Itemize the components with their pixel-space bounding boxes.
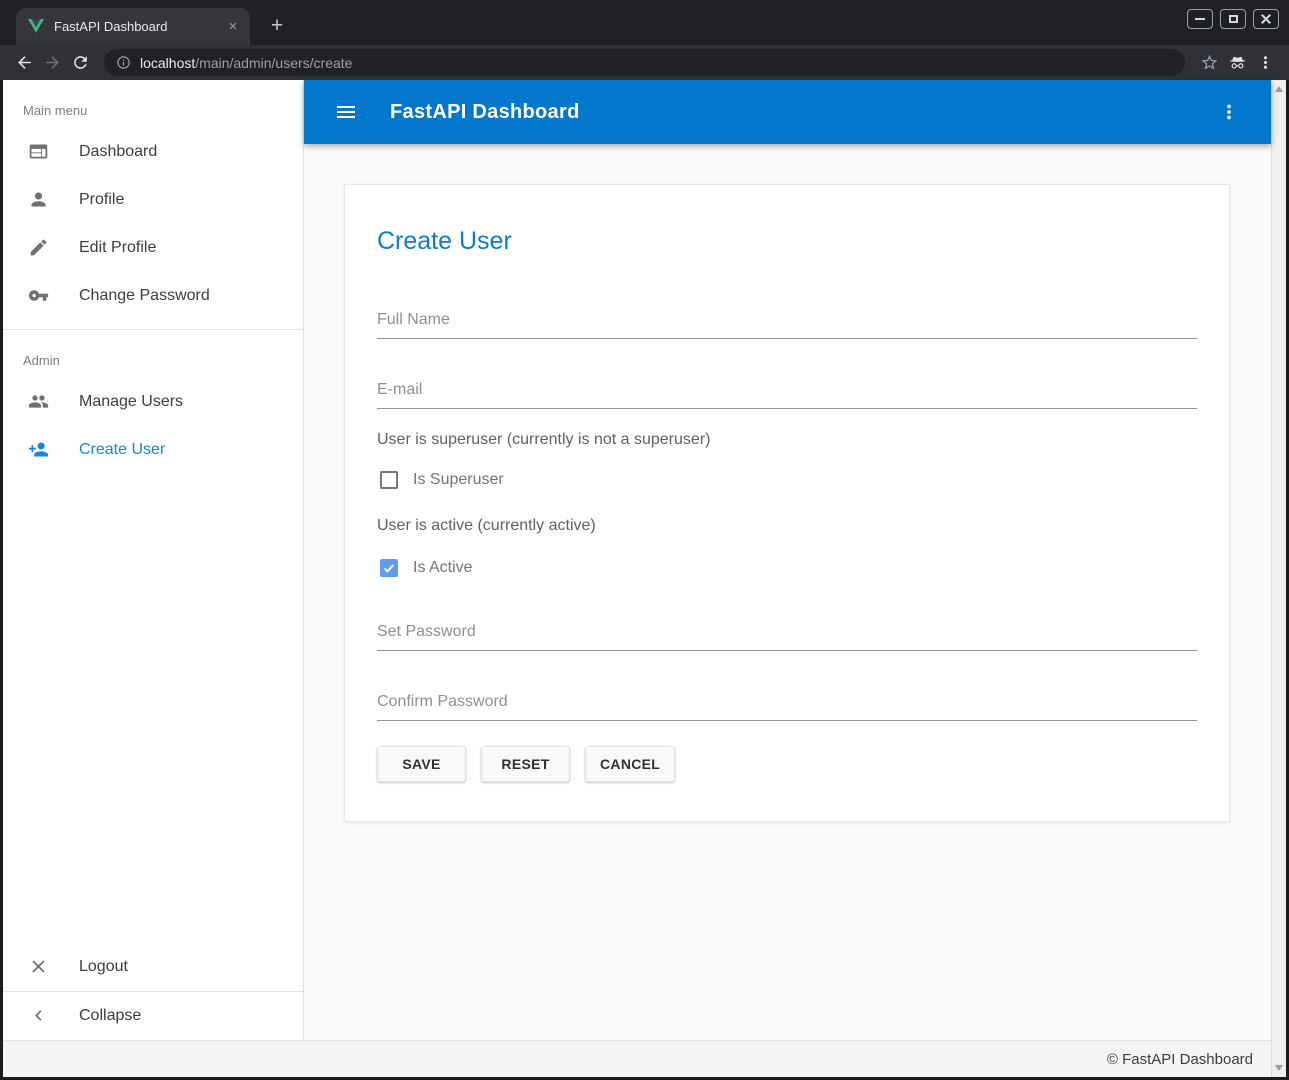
page-title: Create User (377, 227, 1197, 256)
window-close-button[interactable] (1253, 9, 1279, 29)
sidebar-item-change-password[interactable]: Change Password (3, 272, 303, 320)
scrollbar-down-arrow-icon[interactable] (1275, 1065, 1283, 1071)
is-active-checkbox-row[interactable]: Is Active (377, 559, 1197, 577)
bookmark-star-icon[interactable] (1195, 49, 1223, 77)
browser-toolbar: localhost/main/admin/users/create (0, 45, 1289, 80)
browser-tab-bar: FastAPI Dashboard × + (0, 0, 1289, 45)
minimize-icon (1195, 18, 1205, 20)
sidebar-item-label: Create User (79, 441, 165, 459)
save-button[interactable]: SAVE (377, 746, 466, 782)
window-minimize-button[interactable] (1187, 9, 1213, 29)
is-active-checkbox[interactable] (380, 559, 398, 577)
reload-button[interactable] (66, 49, 94, 77)
url-host: localhost (140, 55, 195, 71)
sidebar-item-label: Logout (79, 958, 128, 976)
scrollbar-up-arrow-icon[interactable] (1275, 86, 1283, 92)
tab-title: FastAPI Dashboard (54, 19, 224, 34)
page: Main menu Dashboard Profile (3, 80, 1286, 1077)
sidebar-section-main-menu: Main menu (3, 80, 303, 128)
hamburger-menu-icon[interactable] (326, 92, 366, 132)
cancel-button[interactable]: CANCEL (585, 746, 675, 782)
key-icon (27, 284, 51, 308)
is-superuser-checkbox-row[interactable]: Is Superuser (377, 471, 1197, 489)
sidebar-item-label: Manage Users (79, 393, 183, 411)
sidebar-item-label: Change Password (79, 287, 210, 305)
sidebar: Main menu Dashboard Profile (3, 80, 304, 1040)
person-add-icon (27, 438, 51, 462)
appbar: FastAPI Dashboard (304, 80, 1271, 144)
people-icon (27, 390, 51, 414)
window-maximize-button[interactable] (1220, 9, 1246, 29)
page-scrollbar[interactable] (1271, 80, 1286, 1077)
sidebar-item-manage-users[interactable]: Manage Users (3, 378, 303, 426)
create-user-card: Create User User is superuser (currently… (344, 184, 1230, 822)
sidebar-item-label: Edit Profile (79, 239, 156, 257)
edit-icon (27, 236, 51, 260)
sidebar-item-label: Profile (79, 191, 124, 209)
address-bar[interactable]: localhost/main/admin/users/create (104, 49, 1185, 76)
maximize-icon (1229, 15, 1238, 23)
sidebar-item-create-user[interactable]: Create User (3, 426, 303, 474)
url-path: /main/admin/users/create (195, 55, 352, 71)
incognito-icon (1223, 49, 1251, 77)
sidebar-spacer (3, 474, 303, 943)
sidebar-item-label: Dashboard (79, 143, 157, 161)
appbar-kebab-icon[interactable] (1209, 92, 1249, 132)
dashboard-icon (27, 140, 51, 164)
window-controls (1187, 9, 1279, 29)
is-superuser-label: Is Superuser (413, 471, 504, 489)
is-active-label: Is Active (413, 559, 473, 577)
sidebar-item-logout[interactable]: Logout (3, 943, 303, 991)
sidebar-item-profile[interactable]: Profile (3, 176, 303, 224)
browser-menu-kebab-icon[interactable] (1251, 49, 1279, 77)
browser-window: FastAPI Dashboard × + localhost/main/adm… (0, 0, 1289, 1080)
sidebar-item-label: Collapse (79, 1007, 141, 1025)
reset-button[interactable]: RESET (481, 746, 570, 782)
logout-x-icon (27, 955, 51, 979)
close-icon (1261, 14, 1271, 24)
email-field[interactable] (377, 379, 1197, 409)
back-button[interactable] (10, 49, 38, 77)
footer-copyright: © FastAPI Dashboard (1107, 1051, 1253, 1068)
confirm-password-field[interactable] (377, 691, 1197, 721)
browser-tab[interactable]: FastAPI Dashboard × (16, 8, 250, 45)
tab-close-icon[interactable]: × (224, 18, 242, 36)
chevron-left-icon (27, 1004, 51, 1028)
set-password-field[interactable] (377, 621, 1197, 651)
sidebar-section-admin: Admin (3, 330, 303, 378)
sidebar-item-collapse[interactable]: Collapse (3, 992, 303, 1040)
main-area: FastAPI Dashboard Create User (304, 80, 1271, 1040)
appbar-title: FastAPI Dashboard (390, 101, 580, 124)
content-area: Create User User is superuser (currently… (304, 144, 1271, 1040)
footer: © FastAPI Dashboard (3, 1040, 1271, 1077)
new-tab-button[interactable]: + (262, 11, 292, 41)
superuser-helper-text: User is superuser (currently is not a su… (377, 431, 1197, 449)
is-superuser-checkbox[interactable] (380, 471, 398, 489)
vue-favicon-icon (28, 19, 44, 34)
site-info-icon[interactable] (116, 55, 131, 70)
forward-button[interactable] (38, 49, 66, 77)
active-helper-text: User is active (currently active) (377, 517, 1197, 535)
sidebar-item-edit-profile[interactable]: Edit Profile (3, 224, 303, 272)
person-icon (27, 188, 51, 212)
full-name-field[interactable] (377, 309, 1197, 339)
sidebar-item-dashboard[interactable]: Dashboard (3, 128, 303, 176)
